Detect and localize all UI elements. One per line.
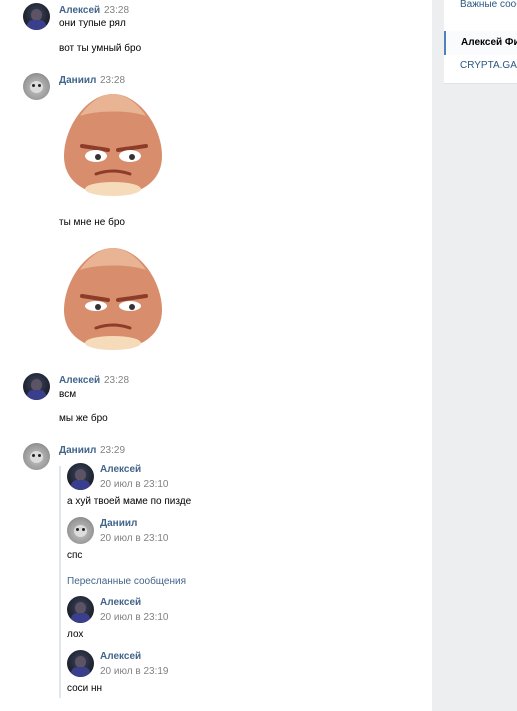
sidebar-item-label: Важные сооб	[460, 0, 517, 10]
message-time[interactable]: 23:28	[100, 75, 125, 86]
forwarded-bar	[59, 466, 61, 698]
avatar-daniil[interactable]	[67, 517, 94, 544]
forwarded-author[interactable]: Алексей	[100, 597, 141, 608]
avatar-eye	[82, 528, 85, 531]
avatar-eye	[32, 454, 35, 457]
avatar-body	[71, 480, 90, 490]
message-text: вот ты умный бро	[59, 43, 142, 54]
avatar-alexey[interactable]	[23, 373, 50, 400]
avatar-alexey[interactable]	[67, 463, 94, 490]
forwarded-header[interactable]: Пересланные сообщения	[67, 576, 186, 587]
avatar-daniil[interactable]	[23, 73, 50, 100]
avatar-daniil[interactable]	[23, 443, 50, 470]
author-name[interactable]: Даниил	[59, 445, 96, 456]
forwarded-author[interactable]: Алексей	[100, 651, 141, 662]
sidebar-item-label: Алексей Фи	[461, 37, 517, 48]
message-time[interactable]: 23:28	[104, 5, 129, 16]
forwarded-text: спс	[67, 550, 83, 561]
author-name[interactable]: Алексей	[59, 5, 100, 16]
avatar-face	[74, 525, 87, 537]
angry-onion-sticker[interactable]	[60, 90, 166, 198]
author-name[interactable]: Даниил	[59, 75, 96, 86]
sidebar-item-crypta[interactable]: CRYPTA.GAM	[444, 54, 517, 78]
message-text: мы же бро	[59, 413, 108, 424]
conversation-sidebar: Важные сооб Алексей Фи CRYPTA.GAM	[444, 0, 517, 84]
avatar-eye	[76, 528, 79, 531]
forwarded-author[interactable]: Алексей	[100, 464, 141, 475]
avatar-body	[71, 613, 90, 623]
forwarded-text: соси нн	[67, 683, 103, 694]
message-text: всм	[59, 389, 77, 400]
message-time[interactable]: 23:29	[100, 445, 125, 456]
avatar-alexey[interactable]	[23, 3, 50, 30]
avatar-body	[27, 390, 46, 400]
avatar-alexey[interactable]	[67, 596, 94, 623]
message-text: они тупые рял	[59, 18, 126, 29]
forwarded-text: а хуй твоей маме по пизде	[67, 496, 192, 507]
chat-history: Алексей 23:28 они тупые рял вот ты умный…	[0, 0, 432, 711]
angry-onion-sticker[interactable]	[60, 244, 166, 352]
sidebar-item-important[interactable]: Важные сооб	[444, 0, 517, 17]
avatar-eye	[32, 84, 35, 87]
avatar-alexey[interactable]	[67, 650, 94, 677]
forwarded-time[interactable]: 20 июл в 23:10	[100, 533, 169, 544]
author-name[interactable]: Алексей	[59, 375, 100, 386]
avatar-eye	[38, 454, 41, 457]
sidebar-item-label: CRYPTA.GAM	[460, 60, 517, 71]
avatar-body	[71, 667, 90, 677]
sidebar-item-alexey[interactable]: Алексей Фи	[444, 31, 517, 55]
forwarded-time[interactable]: 20 июл в 23:10	[100, 479, 169, 490]
forwarded-time[interactable]: 20 июл в 23:19	[100, 666, 169, 677]
avatar-face	[30, 451, 43, 463]
forwarded-author[interactable]: Даниил	[100, 518, 137, 529]
avatar-body	[27, 20, 46, 30]
message-time[interactable]: 23:28	[104, 375, 129, 386]
avatar-eye	[38, 84, 41, 87]
forwarded-text: лох	[67, 629, 84, 640]
message-text: ты мне не бро	[59, 217, 125, 228]
avatar-face	[30, 81, 43, 93]
forwarded-time[interactable]: 20 июл в 23:10	[100, 612, 169, 623]
